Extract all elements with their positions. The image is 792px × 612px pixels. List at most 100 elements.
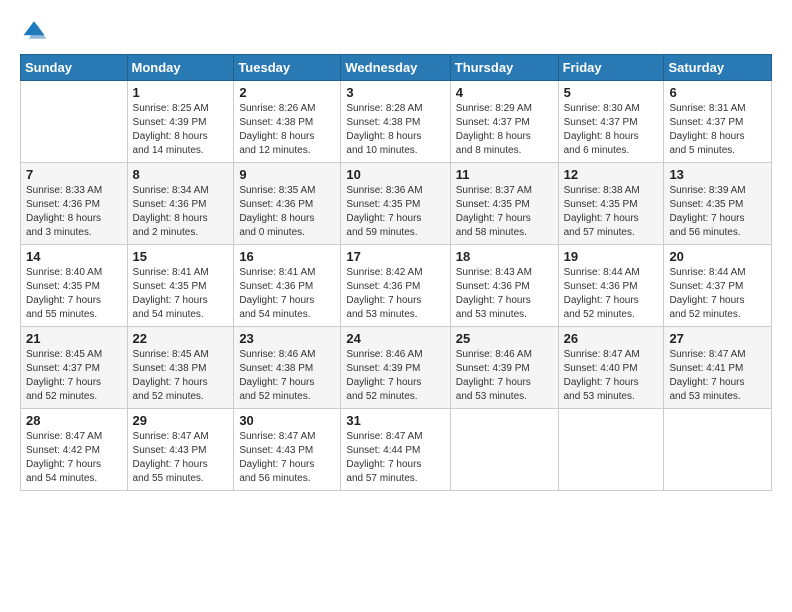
- day-number: 15: [133, 249, 229, 264]
- day-info: Sunrise: 8:29 AM Sunset: 4:37 PM Dayligh…: [456, 102, 553, 158]
- calendar-cell: [450, 409, 558, 491]
- day-info: Sunrise: 8:31 AM Sunset: 4:37 PM Dayligh…: [669, 102, 766, 158]
- calendar-week-row: 21 Sunrise: 8:45 AM Sunset: 4:37 PM Dayli…: [21, 327, 772, 409]
- weekday-header-sunday: Sunday: [21, 55, 128, 81]
- day-info: Sunrise: 8:42 AM Sunset: 4:36 PM Dayligh…: [346, 266, 444, 322]
- calendar-page: SundayMondayTuesdayWednesdayThursdayFrid…: [0, 0, 792, 612]
- day-info: Sunrise: 8:45 AM Sunset: 4:37 PM Dayligh…: [26, 348, 122, 404]
- calendar-cell: 17 Sunrise: 8:42 AM Sunset: 4:36 PM Dayli…: [341, 245, 450, 327]
- day-info: Sunrise: 8:41 AM Sunset: 4:35 PM Dayligh…: [133, 266, 229, 322]
- day-info: Sunrise: 8:44 AM Sunset: 4:37 PM Dayligh…: [669, 266, 766, 322]
- day-info: Sunrise: 8:47 AM Sunset: 4:44 PM Dayligh…: [346, 430, 444, 486]
- day-info: Sunrise: 8:30 AM Sunset: 4:37 PM Dayligh…: [564, 102, 659, 158]
- day-info: Sunrise: 8:34 AM Sunset: 4:36 PM Dayligh…: [133, 184, 229, 240]
- calendar-cell: 4 Sunrise: 8:29 AM Sunset: 4:37 PM Daylig…: [450, 81, 558, 163]
- day-info: Sunrise: 8:47 AM Sunset: 4:43 PM Dayligh…: [133, 430, 229, 486]
- calendar-cell: 20 Sunrise: 8:44 AM Sunset: 4:37 PM Dayli…: [664, 245, 772, 327]
- calendar-cell: 12 Sunrise: 8:38 AM Sunset: 4:35 PM Dayli…: [558, 163, 664, 245]
- calendar-cell: [21, 81, 128, 163]
- weekday-header-wednesday: Wednesday: [341, 55, 450, 81]
- day-number: 18: [456, 249, 553, 264]
- day-number: 16: [239, 249, 335, 264]
- day-number: 4: [456, 85, 553, 100]
- day-info: Sunrise: 8:40 AM Sunset: 4:35 PM Dayligh…: [26, 266, 122, 322]
- day-number: 19: [564, 249, 659, 264]
- calendar-cell: 18 Sunrise: 8:43 AM Sunset: 4:36 PM Dayli…: [450, 245, 558, 327]
- day-info: Sunrise: 8:41 AM Sunset: 4:36 PM Dayligh…: [239, 266, 335, 322]
- day-info: Sunrise: 8:35 AM Sunset: 4:36 PM Dayligh…: [239, 184, 335, 240]
- day-number: 22: [133, 331, 229, 346]
- day-number: 29: [133, 413, 229, 428]
- day-number: 30: [239, 413, 335, 428]
- calendar-week-row: 14Sunrise: 8:40 AM Sunset: 4:35 PM Dayli…: [21, 245, 772, 327]
- logo: [20, 16, 50, 44]
- day-info: Sunrise: 8:25 AM Sunset: 4:39 PM Dayligh…: [133, 102, 229, 158]
- weekday-header-monday: Monday: [127, 55, 234, 81]
- day-info: Sunrise: 8:47 AM Sunset: 4:43 PM Dayligh…: [239, 430, 335, 486]
- calendar-cell: 23 Sunrise: 8:46 AM Sunset: 4:38 PM Dayli…: [234, 327, 341, 409]
- calendar-cell: 7 Sunrise: 8:33 AM Sunset: 4:36 PM Daylig…: [21, 163, 128, 245]
- day-info: Sunrise: 8:36 AM Sunset: 4:35 PM Dayligh…: [346, 184, 444, 240]
- day-info: Sunrise: 8:38 AM Sunset: 4:35 PM Dayligh…: [564, 184, 659, 240]
- calendar-cell: 13 Sunrise: 8:39 AM Sunset: 4:35 PM Dayli…: [664, 163, 772, 245]
- calendar-cell: 9 Sunrise: 8:35 AM Sunset: 4:36 PM Daylig…: [234, 163, 341, 245]
- calendar-cell: 16 Sunrise: 8:41 AM Sunset: 4:36 PM Dayli…: [234, 245, 341, 327]
- calendar-cell: 29 Sunrise: 8:47 AM Sunset: 4:43 PM Dayli…: [127, 409, 234, 491]
- calendar-cell: 28Sunrise: 8:47 AM Sunset: 4:42 PM Dayli…: [21, 409, 128, 491]
- calendar-table: SundayMondayTuesdayWednesdayThursdayFrid…: [20, 54, 772, 491]
- day-number: 27: [669, 331, 766, 346]
- header: [20, 16, 772, 44]
- calendar-cell: 8 Sunrise: 8:34 AM Sunset: 4:36 PM Daylig…: [127, 163, 234, 245]
- day-number: 8: [133, 167, 229, 182]
- day-number: 23: [239, 331, 335, 346]
- day-number: 20: [669, 249, 766, 264]
- day-number: 5: [564, 85, 659, 100]
- day-number: 26: [564, 331, 659, 346]
- calendar-cell: 1 Sunrise: 8:25 AM Sunset: 4:39 PM Daylig…: [127, 81, 234, 163]
- calendar-cell: 11 Sunrise: 8:37 AM Sunset: 4:35 PM Dayli…: [450, 163, 558, 245]
- calendar-cell: 5 Sunrise: 8:30 AM Sunset: 4:37 PM Daylig…: [558, 81, 664, 163]
- day-number: 12: [564, 167, 659, 182]
- day-info: Sunrise: 8:46 AM Sunset: 4:39 PM Dayligh…: [456, 348, 553, 404]
- day-info: Sunrise: 8:33 AM Sunset: 4:36 PM Dayligh…: [26, 184, 122, 240]
- day-number: 13: [669, 167, 766, 182]
- day-info: Sunrise: 8:43 AM Sunset: 4:36 PM Dayligh…: [456, 266, 553, 322]
- calendar-cell: 2 Sunrise: 8:26 AM Sunset: 4:38 PM Daylig…: [234, 81, 341, 163]
- calendar-cell: 15 Sunrise: 8:41 AM Sunset: 4:35 PM Dayli…: [127, 245, 234, 327]
- day-info: Sunrise: 8:46 AM Sunset: 4:38 PM Dayligh…: [239, 348, 335, 404]
- weekday-header-row: SundayMondayTuesdayWednesdayThursdayFrid…: [21, 55, 772, 81]
- calendar-week-row: 28Sunrise: 8:47 AM Sunset: 4:42 PM Dayli…: [21, 409, 772, 491]
- day-number: 1: [133, 85, 229, 100]
- day-number: 17: [346, 249, 444, 264]
- calendar-cell: [664, 409, 772, 491]
- weekday-header-thursday: Thursday: [450, 55, 558, 81]
- day-number: 28: [26, 413, 122, 428]
- day-number: 11: [456, 167, 553, 182]
- weekday-header-tuesday: Tuesday: [234, 55, 341, 81]
- calendar-cell: 27Sunrise: 8:47 AM Sunset: 4:41 PM Dayli…: [664, 327, 772, 409]
- day-number: 31: [346, 413, 444, 428]
- day-number: 24: [346, 331, 444, 346]
- calendar-cell: 22Sunrise: 8:45 AM Sunset: 4:38 PM Dayli…: [127, 327, 234, 409]
- day-info: Sunrise: 8:37 AM Sunset: 4:35 PM Dayligh…: [456, 184, 553, 240]
- day-info: Sunrise: 8:26 AM Sunset: 4:38 PM Dayligh…: [239, 102, 335, 158]
- calendar-cell: 30 Sunrise: 8:47 AM Sunset: 4:43 PM Dayli…: [234, 409, 341, 491]
- weekday-header-saturday: Saturday: [664, 55, 772, 81]
- calendar-cell: 31 Sunrise: 8:47 AM Sunset: 4:44 PM Dayli…: [341, 409, 450, 491]
- calendar-cell: 26Sunrise: 8:47 AM Sunset: 4:40 PM Dayli…: [558, 327, 664, 409]
- day-number: 6: [669, 85, 766, 100]
- calendar-cell: 6 Sunrise: 8:31 AM Sunset: 4:37 PM Daylig…: [664, 81, 772, 163]
- calendar-week-row: 1 Sunrise: 8:25 AM Sunset: 4:39 PM Daylig…: [21, 81, 772, 163]
- calendar-cell: 14Sunrise: 8:40 AM Sunset: 4:35 PM Dayli…: [21, 245, 128, 327]
- day-number: 25: [456, 331, 553, 346]
- logo-icon: [20, 16, 48, 44]
- day-number: 21: [26, 331, 122, 346]
- day-number: 7: [26, 167, 122, 182]
- calendar-cell: [558, 409, 664, 491]
- day-info: Sunrise: 8:39 AM Sunset: 4:35 PM Dayligh…: [669, 184, 766, 240]
- day-number: 10: [346, 167, 444, 182]
- day-info: Sunrise: 8:28 AM Sunset: 4:38 PM Dayligh…: [346, 102, 444, 158]
- day-number: 9: [239, 167, 335, 182]
- calendar-week-row: 7 Sunrise: 8:33 AM Sunset: 4:36 PM Daylig…: [21, 163, 772, 245]
- day-number: 2: [239, 85, 335, 100]
